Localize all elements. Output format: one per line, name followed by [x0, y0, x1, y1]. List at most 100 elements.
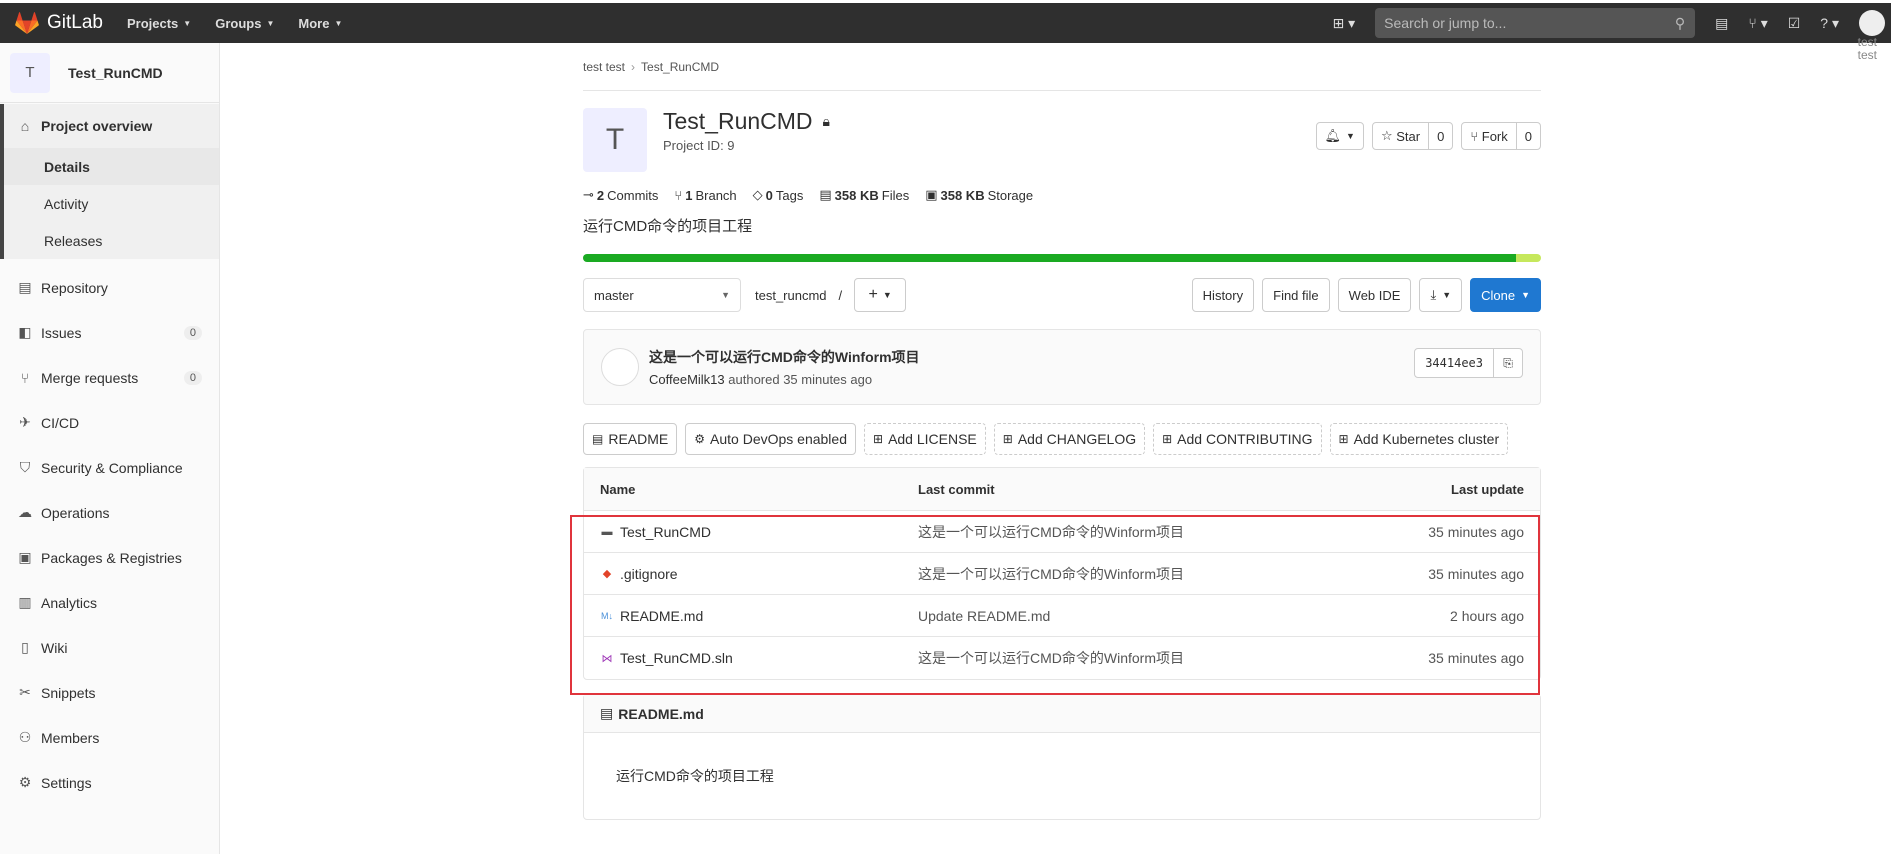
- branch-label: Branch: [695, 187, 737, 203]
- commits-stat[interactable]: ⊸ 2 Commits: [583, 187, 658, 203]
- project-title: Test_RunCMD: [663, 108, 813, 134]
- files-size: 358 KB: [834, 187, 879, 203]
- file-name[interactable]: README.md: [620, 608, 703, 624]
- sidebar-item-analytics[interactable]: ▥ Analytics: [0, 580, 219, 625]
- add-contributing-chip[interactable]: ⊞ Add CONTRIBUTING: [1153, 423, 1322, 455]
- file-last-commit[interactable]: 这是一个可以运行CMD命令的Winform项目: [918, 564, 1428, 584]
- author-avatar[interactable]: [601, 348, 639, 386]
- readme-title[interactable]: README.md: [618, 706, 704, 722]
- sidebar-item-security[interactable]: ⛉ Security & Compliance: [0, 445, 219, 490]
- plus-icon: +: [868, 286, 878, 303]
- sidebar-item-repository[interactable]: ▤ Repository: [0, 265, 219, 310]
- fork-button[interactable]: ⑂ Fork 0: [1461, 122, 1541, 150]
- star-label: Star: [1396, 128, 1421, 144]
- web-ide-button[interactable]: Web IDE: [1337, 278, 1412, 312]
- sidebar-item-packages[interactable]: ▣ Packages & Registries: [0, 535, 219, 580]
- todos-icon[interactable]: ☑: [1788, 15, 1801, 32]
- sidebar-item-operations[interactable]: ☁ Operations: [0, 490, 219, 535]
- breadcrumb-namespace[interactable]: test test: [583, 60, 625, 74]
- sidebar-subitem-activity[interactable]: Activity: [0, 185, 219, 222]
- add-license-label: Add LICENSE: [888, 431, 977, 447]
- star-button[interactable]: ☆ Star 0: [1371, 122, 1454, 150]
- project-avatar: T: [10, 52, 50, 93]
- col-name: Name: [600, 481, 636, 497]
- file-name[interactable]: Test_RunCMD.sln: [620, 650, 733, 666]
- gear-icon: ⚙: [18, 774, 32, 790]
- user-label: test test: [1858, 36, 1877, 62]
- fork-count[interactable]: 0: [1515, 123, 1532, 149]
- gitlab-logo[interactable]: GitLab: [15, 12, 103, 34]
- add-license-chip[interactable]: ⊞ Add LICENSE: [864, 423, 986, 455]
- commit-author[interactable]: CoffeeMilk13: [649, 372, 725, 387]
- table-row[interactable]: ◆ .gitignore 这是一个可以运行CMD命令的Winform项目 35 m…: [584, 553, 1540, 595]
- files-label: Files: [881, 187, 910, 203]
- history-button[interactable]: History: [1191, 278, 1255, 312]
- sidebar-item-merge-requests[interactable]: ⑂ Merge requests 0: [0, 355, 219, 400]
- sidebar-item-wiki[interactable]: ▯ Wiki: [0, 625, 219, 670]
- tag-icon: ◇: [752, 187, 763, 202]
- nav-more[interactable]: More ▼: [298, 16, 342, 31]
- branch-stat[interactable]: ⑂ 1 Branch: [674, 187, 736, 203]
- language-bar[interactable]: [583, 254, 1541, 262]
- sidebar-item-project-overview[interactable]: ⌂ Project overview: [0, 104, 219, 148]
- sidebar-item-issues[interactable]: ◧ Issues 0: [0, 310, 219, 355]
- user-avatar[interactable]: [1859, 10, 1885, 36]
- find-file-button[interactable]: Find file: [1262, 278, 1330, 312]
- copy-icon[interactable]: ⎘: [1494, 349, 1522, 377]
- sidebar-item-snippets[interactable]: ✂ Snippets: [0, 670, 219, 715]
- commit-sha[interactable]: 34414ee3: [1415, 349, 1494, 377]
- table-row[interactable]: ⋈ Test_RunCMD.sln 这是一个可以运行CMD命令的Winform项目…: [584, 637, 1540, 679]
- file-last-update: 2 hours ago: [1450, 607, 1524, 624]
- sidebar-item-label: Operations: [41, 504, 110, 521]
- sidebar-item-cicd[interactable]: ✈ CI/CD: [0, 400, 219, 445]
- branch-selector[interactable]: master ▼: [583, 278, 741, 312]
- sidebar-subitem-details[interactable]: Details: [0, 148, 219, 185]
- main-content: test test › Test_RunCMD T Test_RunCMD 🔒︎ Pr…: [583, 43, 1541, 820]
- file-last-commit[interactable]: 这是一个可以运行CMD命令的Winform项目: [918, 522, 1428, 542]
- readme-header: ▤ README.md: [584, 695, 1540, 733]
- tags-stat[interactable]: ◇ 0 Tags: [753, 187, 804, 203]
- file-last-commit[interactable]: 这是一个可以运行CMD命令的Winform项目: [918, 648, 1428, 668]
- sidebar-item-label: Packages & Registries: [41, 549, 182, 566]
- nav-projects[interactable]: Projects ▼: [127, 16, 191, 31]
- clone-button[interactable]: Clone ▼: [1470, 278, 1541, 312]
- chevron-down-icon: ▼: [882, 290, 892, 300]
- project-sidebar: T Test_RunCMD ⌂ Project overview Details …: [0, 43, 220, 854]
- nav-groups[interactable]: Groups ▼: [215, 16, 274, 31]
- star-count[interactable]: 0: [1428, 123, 1444, 149]
- table-row[interactable]: M↓ README.md Update README.md 2 hours ago: [584, 595, 1540, 637]
- add-file-button[interactable]: + ▼: [854, 278, 907, 312]
- add-kubernetes-chip[interactable]: ⊞ Add Kubernetes cluster: [1329, 423, 1509, 455]
- sidebar-item-settings[interactable]: ⚙ Settings: [0, 760, 219, 805]
- readme-chip[interactable]: ▤ README: [583, 423, 678, 455]
- search-icon: ⚲: [1674, 15, 1686, 31]
- commit-message[interactable]: 这是一个可以运行CMD命令的Winform项目: [649, 347, 920, 367]
- sidebar-subitem-releases[interactable]: Releases: [0, 222, 219, 259]
- issues-icon[interactable]: ▤: [1715, 15, 1728, 32]
- top-navbar: GitLab Projects ▼ Groups ▼ More ▼ ⊞ ▾ Searc…: [0, 0, 1891, 62]
- new-item-icon[interactable]: ⊞ ▾: [1333, 15, 1356, 32]
- sidebar-item-members[interactable]: ⚇ Members: [0, 715, 219, 760]
- file-last-commit[interactable]: Update README.md: [918, 608, 1450, 624]
- clone-label: Clone: [1481, 287, 1516, 303]
- issues-icon: ◧: [18, 324, 32, 340]
- file-last-update: 35 minutes ago: [1428, 523, 1524, 540]
- chevron-down-icon: ▼: [1346, 131, 1355, 141]
- breadcrumb-project[interactable]: Test_RunCMD: [641, 60, 719, 74]
- notification-button[interactable]: 🔔︎ ▼: [1315, 122, 1364, 150]
- table-row[interactable]: ▬ Test_RunCMD 这是一个可以运行CMD命令的Winform项目 35 …: [584, 511, 1540, 553]
- breadcrumb: test test › Test_RunCMD: [583, 43, 1541, 91]
- file-name[interactable]: Test_RunCMD: [620, 524, 711, 540]
- add-changelog-chip[interactable]: ⊞ Add CHANGELOG: [993, 423, 1146, 455]
- lock-icon: 🔒︎: [822, 113, 830, 129]
- files-stat[interactable]: ▤ 358 KB Files: [819, 187, 909, 203]
- repo-path-root[interactable]: test_runcmd: [755, 288, 827, 303]
- sidebar-project-header[interactable]: T Test_RunCMD: [0, 43, 219, 103]
- download-button[interactable]: ⤓ ▼: [1419, 278, 1463, 312]
- search-input[interactable]: Search or jump to... ⚲: [1375, 8, 1696, 38]
- file-name[interactable]: .gitignore: [620, 566, 678, 582]
- merge-requests-icon[interactable]: ⑂ ▾: [1748, 15, 1767, 32]
- help-icon[interactable]: ? ▾: [1820, 15, 1839, 32]
- language-bar-primary: [583, 254, 1517, 262]
- auto-devops-chip[interactable]: ⚙ Auto DevOps enabled: [685, 423, 856, 455]
